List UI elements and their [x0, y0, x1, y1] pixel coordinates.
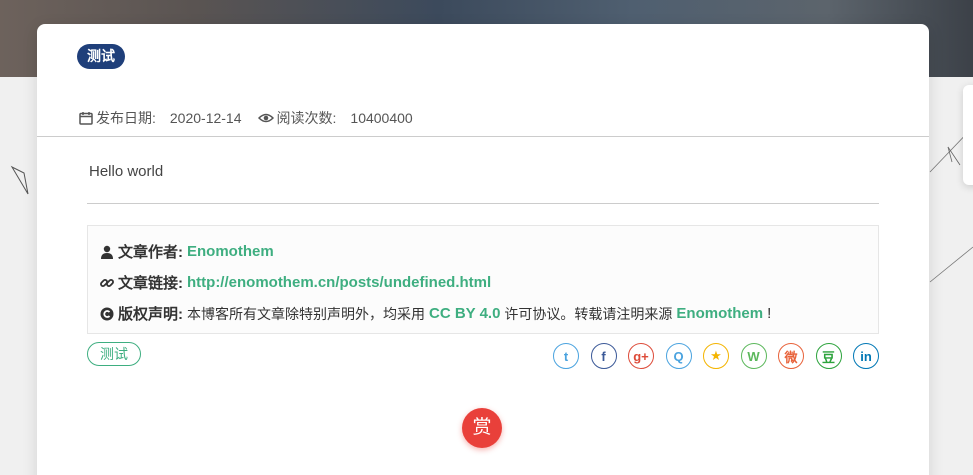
content-divider	[87, 203, 879, 204]
article-link-label: 文章链接:	[118, 275, 183, 292]
twitter-icon[interactable]: t	[553, 343, 579, 369]
license-link[interactable]: CC BY 4.0	[429, 305, 500, 322]
views-label: 阅读次数:	[276, 110, 337, 126]
reward-button[interactable]: 赏	[462, 408, 502, 448]
author-label: 文章作者:	[118, 244, 183, 261]
post-tag[interactable]: 测试	[87, 342, 141, 366]
copyright-box: 文章作者: Enomothem 文章链接: http://enomothem.c…	[87, 225, 879, 334]
calendar-icon	[79, 112, 93, 125]
facebook-icon[interactable]: f	[590, 343, 617, 369]
weibo-icon[interactable]: 微	[778, 343, 804, 369]
post-content: Hello world	[89, 163, 164, 180]
google-plus-icon[interactable]: g+	[628, 343, 654, 369]
douban-icon[interactable]: 豆	[815, 343, 842, 369]
license-text-2: 许可协议。转载请注明来源	[504, 305, 673, 322]
linkedin-icon[interactable]: in	[853, 343, 879, 369]
copyright-icon	[100, 307, 114, 320]
wechat-icon[interactable]: W	[740, 343, 767, 369]
sidebar-card	[963, 85, 973, 185]
link-row: 文章链接: http://enomothem.cn/posts/undefine…	[100, 272, 491, 293]
publish-date-label: 发布日期:	[96, 110, 156, 126]
link-icon	[100, 278, 114, 287]
qzone-icon[interactable]: ★	[703, 343, 729, 369]
license-text: 本博客所有文章除特别声明外，均采用	[187, 305, 425, 322]
meta-divider	[37, 136, 929, 137]
license-label: 版权声明:	[118, 306, 183, 323]
post-meta: 发布日期: 2020-12-14 阅读次数: 10400400	[79, 108, 413, 128]
views-count: 10400400	[350, 110, 413, 126]
post-card: 测试 发布日期: 2020-12-14 阅读次数: 10400400 Hello…	[37, 24, 929, 475]
license-source-link[interactable]: Enomothem	[676, 305, 763, 322]
qq-icon[interactable]: Q	[665, 343, 692, 369]
author-link[interactable]: Enomothem	[187, 243, 274, 260]
license-row: 版权声明: 本博客所有文章除特别声明外，均采用 CC BY 4.0 许可协议。转…	[100, 303, 771, 324]
author-row: 文章作者: Enomothem	[100, 241, 274, 262]
publish-date: 2020-12-14	[169, 110, 242, 126]
article-link[interactable]: http://enomothem.cn/posts/undefined.html	[187, 274, 491, 291]
license-end: !	[767, 305, 772, 322]
eye-icon	[257, 113, 274, 123]
user-icon	[101, 245, 113, 259]
category-badge[interactable]: 测试	[77, 44, 125, 69]
